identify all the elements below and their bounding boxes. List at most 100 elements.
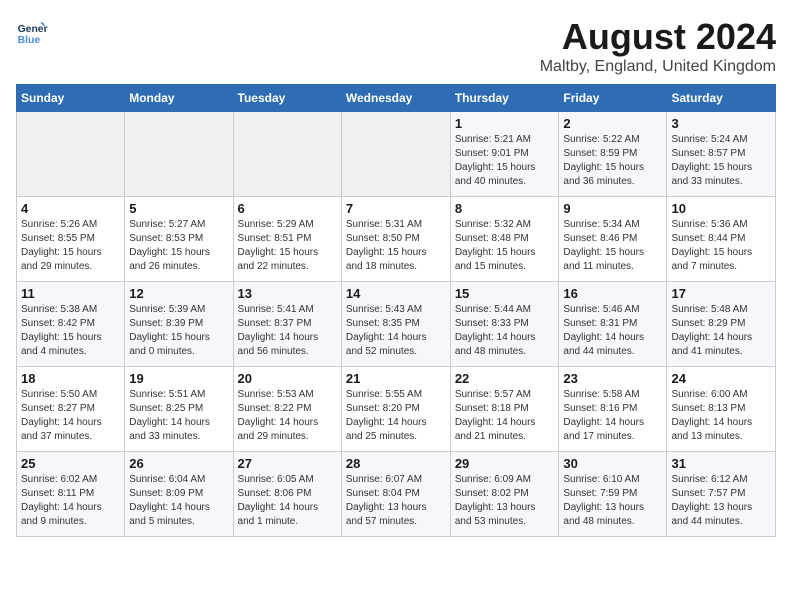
day-number: 22 (455, 371, 555, 386)
day-number: 21 (346, 371, 446, 386)
week-row-3: 11 Sunrise: 5:38 AMSunset: 8:42 PMDayligh… (17, 282, 776, 367)
calendar-header-row: SundayMondayTuesdayWednesdayThursdayFrid… (17, 85, 776, 112)
day-info: Sunrise: 5:21 AMSunset: 9:01 PMDaylight:… (455, 133, 555, 189)
logo-icon: General Blue (16, 16, 48, 48)
day-info: Sunrise: 5:58 AMSunset: 8:16 PMDaylight:… (563, 388, 662, 444)
day-number: 30 (563, 456, 662, 471)
location-subtitle: Maltby, England, United Kingdom (540, 58, 776, 76)
day-info: Sunrise: 5:38 AMSunset: 8:42 PMDaylight:… (21, 303, 120, 359)
calendar-cell: 22 Sunrise: 5:57 AMSunset: 8:18 PMDayligh… (450, 367, 559, 452)
svg-text:Blue: Blue (18, 35, 41, 46)
calendar-cell: 19 Sunrise: 5:51 AMSunset: 8:25 PMDayligh… (125, 367, 233, 452)
calendar-cell: 28 Sunrise: 6:07 AMSunset: 8:04 PMDayligh… (341, 452, 450, 537)
day-number: 12 (129, 286, 228, 301)
day-number: 14 (346, 286, 446, 301)
calendar-cell: 21 Sunrise: 5:55 AMSunset: 8:20 PMDayligh… (341, 367, 450, 452)
day-number: 28 (346, 456, 446, 471)
day-number: 20 (238, 371, 337, 386)
day-number: 4 (21, 201, 120, 216)
week-row-1: 1 Sunrise: 5:21 AMSunset: 9:01 PMDaylight… (17, 112, 776, 197)
day-info: Sunrise: 5:50 AMSunset: 8:27 PMDaylight:… (21, 388, 120, 444)
day-number: 17 (671, 286, 771, 301)
day-number: 1 (455, 116, 555, 131)
day-info: Sunrise: 5:41 AMSunset: 8:37 PMDaylight:… (238, 303, 337, 359)
calendar-cell: 12 Sunrise: 5:39 AMSunset: 8:39 PMDayligh… (125, 282, 233, 367)
day-number: 24 (671, 371, 771, 386)
day-number: 27 (238, 456, 337, 471)
day-number: 11 (21, 286, 120, 301)
calendar-cell (17, 112, 125, 197)
day-info: Sunrise: 5:36 AMSunset: 8:44 PMDaylight:… (671, 218, 771, 274)
day-number: 18 (21, 371, 120, 386)
calendar-cell: 27 Sunrise: 6:05 AMSunset: 8:06 PMDayligh… (233, 452, 341, 537)
calendar-cell: 20 Sunrise: 5:53 AMSunset: 8:22 PMDayligh… (233, 367, 341, 452)
day-number: 2 (563, 116, 662, 131)
calendar-cell: 3 Sunrise: 5:24 AMSunset: 8:57 PMDaylight… (667, 112, 776, 197)
calendar-cell: 17Sunrise: 5:48 AMSunset: 8:29 PMDayligh… (667, 282, 776, 367)
day-info: Sunrise: 5:27 AMSunset: 8:53 PMDaylight:… (129, 218, 228, 274)
page-header: General Blue August 2024 Maltby, England… (16, 16, 776, 76)
day-number: 16 (563, 286, 662, 301)
day-info: Sunrise: 5:55 AMSunset: 8:20 PMDaylight:… (346, 388, 446, 444)
day-header-friday: Friday (559, 85, 667, 112)
calendar-cell: 4 Sunrise: 5:26 AMSunset: 8:55 PMDaylight… (17, 197, 125, 282)
day-info: Sunrise: 5:57 AMSunset: 8:18 PMDaylight:… (455, 388, 555, 444)
day-info: Sunrise: 5:39 AMSunset: 8:39 PMDaylight:… (129, 303, 228, 359)
day-header-wednesday: Wednesday (341, 85, 450, 112)
day-info: Sunrise: 5:32 AMSunset: 8:48 PMDaylight:… (455, 218, 555, 274)
calendar-cell: 8Sunrise: 5:32 AMSunset: 8:48 PMDaylight… (450, 197, 559, 282)
day-info: Sunrise: 6:04 AMSunset: 8:09 PMDaylight:… (129, 473, 228, 529)
day-header-sunday: Sunday (17, 85, 125, 112)
day-number: 29 (455, 456, 555, 471)
day-info: Sunrise: 5:43 AMSunset: 8:35 PMDaylight:… (346, 303, 446, 359)
calendar-cell: 25 Sunrise: 6:02 AMSunset: 8:11 PMDayligh… (17, 452, 125, 537)
day-info: Sunrise: 5:53 AMSunset: 8:22 PMDaylight:… (238, 388, 337, 444)
calendar-cell: 16 Sunrise: 5:46 AMSunset: 8:31 PMDayligh… (559, 282, 667, 367)
day-info: Sunrise: 6:10 AMSunset: 7:59 PMDaylight:… (563, 473, 662, 529)
day-info: Sunrise: 6:02 AMSunset: 8:11 PMDaylight:… (21, 473, 120, 529)
calendar-cell: 6Sunrise: 5:29 AMSunset: 8:51 PMDaylight… (233, 197, 341, 282)
day-header-monday: Monday (125, 85, 233, 112)
day-header-saturday: Saturday (667, 85, 776, 112)
month-year-title: August 2024 (540, 16, 776, 58)
day-number: 31 (671, 456, 771, 471)
day-info: Sunrise: 5:44 AMSunset: 8:33 PMDaylight:… (455, 303, 555, 359)
day-number: 13 (238, 286, 337, 301)
calendar-cell (341, 112, 450, 197)
calendar-cell: 11 Sunrise: 5:38 AMSunset: 8:42 PMDayligh… (17, 282, 125, 367)
day-info: Sunrise: 6:00 AMSunset: 8:13 PMDaylight:… (671, 388, 771, 444)
title-block: August 2024 Maltby, England, United King… (540, 16, 776, 76)
day-number: 5 (129, 201, 228, 216)
day-info: Sunrise: 5:26 AMSunset: 8:55 PMDaylight:… (21, 218, 120, 274)
day-number: 19 (129, 371, 228, 386)
day-number: 10 (671, 201, 771, 216)
day-number: 6 (238, 201, 337, 216)
calendar-cell: 24 Sunrise: 6:00 AMSunset: 8:13 PMDayligh… (667, 367, 776, 452)
day-number: 25 (21, 456, 120, 471)
calendar-cell: 15 Sunrise: 5:44 AMSunset: 8:33 PMDayligh… (450, 282, 559, 367)
day-info: Sunrise: 5:46 AMSunset: 8:31 PMDaylight:… (563, 303, 662, 359)
day-info: Sunrise: 5:51 AMSunset: 8:25 PMDaylight:… (129, 388, 228, 444)
calendar-cell: 26Sunrise: 6:04 AMSunset: 8:09 PMDayligh… (125, 452, 233, 537)
calendar-cell: 30 Sunrise: 6:10 AMSunset: 7:59 PMDayligh… (559, 452, 667, 537)
day-info: Sunrise: 5:24 AMSunset: 8:57 PMDaylight:… (671, 133, 771, 189)
day-info: Sunrise: 6:05 AMSunset: 8:06 PMDaylight:… (238, 473, 337, 529)
day-info: Sunrise: 5:22 AMSunset: 8:59 PMDaylight:… (563, 133, 662, 189)
calendar-cell: 31Sunrise: 6:12 AMSunset: 7:57 PMDayligh… (667, 452, 776, 537)
day-info: Sunrise: 6:07 AMSunset: 8:04 PMDaylight:… (346, 473, 446, 529)
logo: General Blue (16, 16, 48, 48)
calendar-cell: 13 Sunrise: 5:41 AMSunset: 8:37 PMDayligh… (233, 282, 341, 367)
calendar-cell: 18 Sunrise: 5:50 AMSunset: 8:27 PMDayligh… (17, 367, 125, 452)
calendar-table: SundayMondayTuesdayWednesdayThursdayFrid… (16, 84, 776, 537)
day-header-thursday: Thursday (450, 85, 559, 112)
week-row-5: 25 Sunrise: 6:02 AMSunset: 8:11 PMDayligh… (17, 452, 776, 537)
calendar-cell: 2 Sunrise: 5:22 AMSunset: 8:59 PMDaylight… (559, 112, 667, 197)
day-number: 3 (671, 116, 771, 131)
day-number: 9 (563, 201, 662, 216)
calendar-cell (125, 112, 233, 197)
day-number: 23 (563, 371, 662, 386)
day-info: Sunrise: 5:31 AMSunset: 8:50 PMDaylight:… (346, 218, 446, 274)
day-number: 7 (346, 201, 446, 216)
week-row-4: 18 Sunrise: 5:50 AMSunset: 8:27 PMDayligh… (17, 367, 776, 452)
day-number: 15 (455, 286, 555, 301)
